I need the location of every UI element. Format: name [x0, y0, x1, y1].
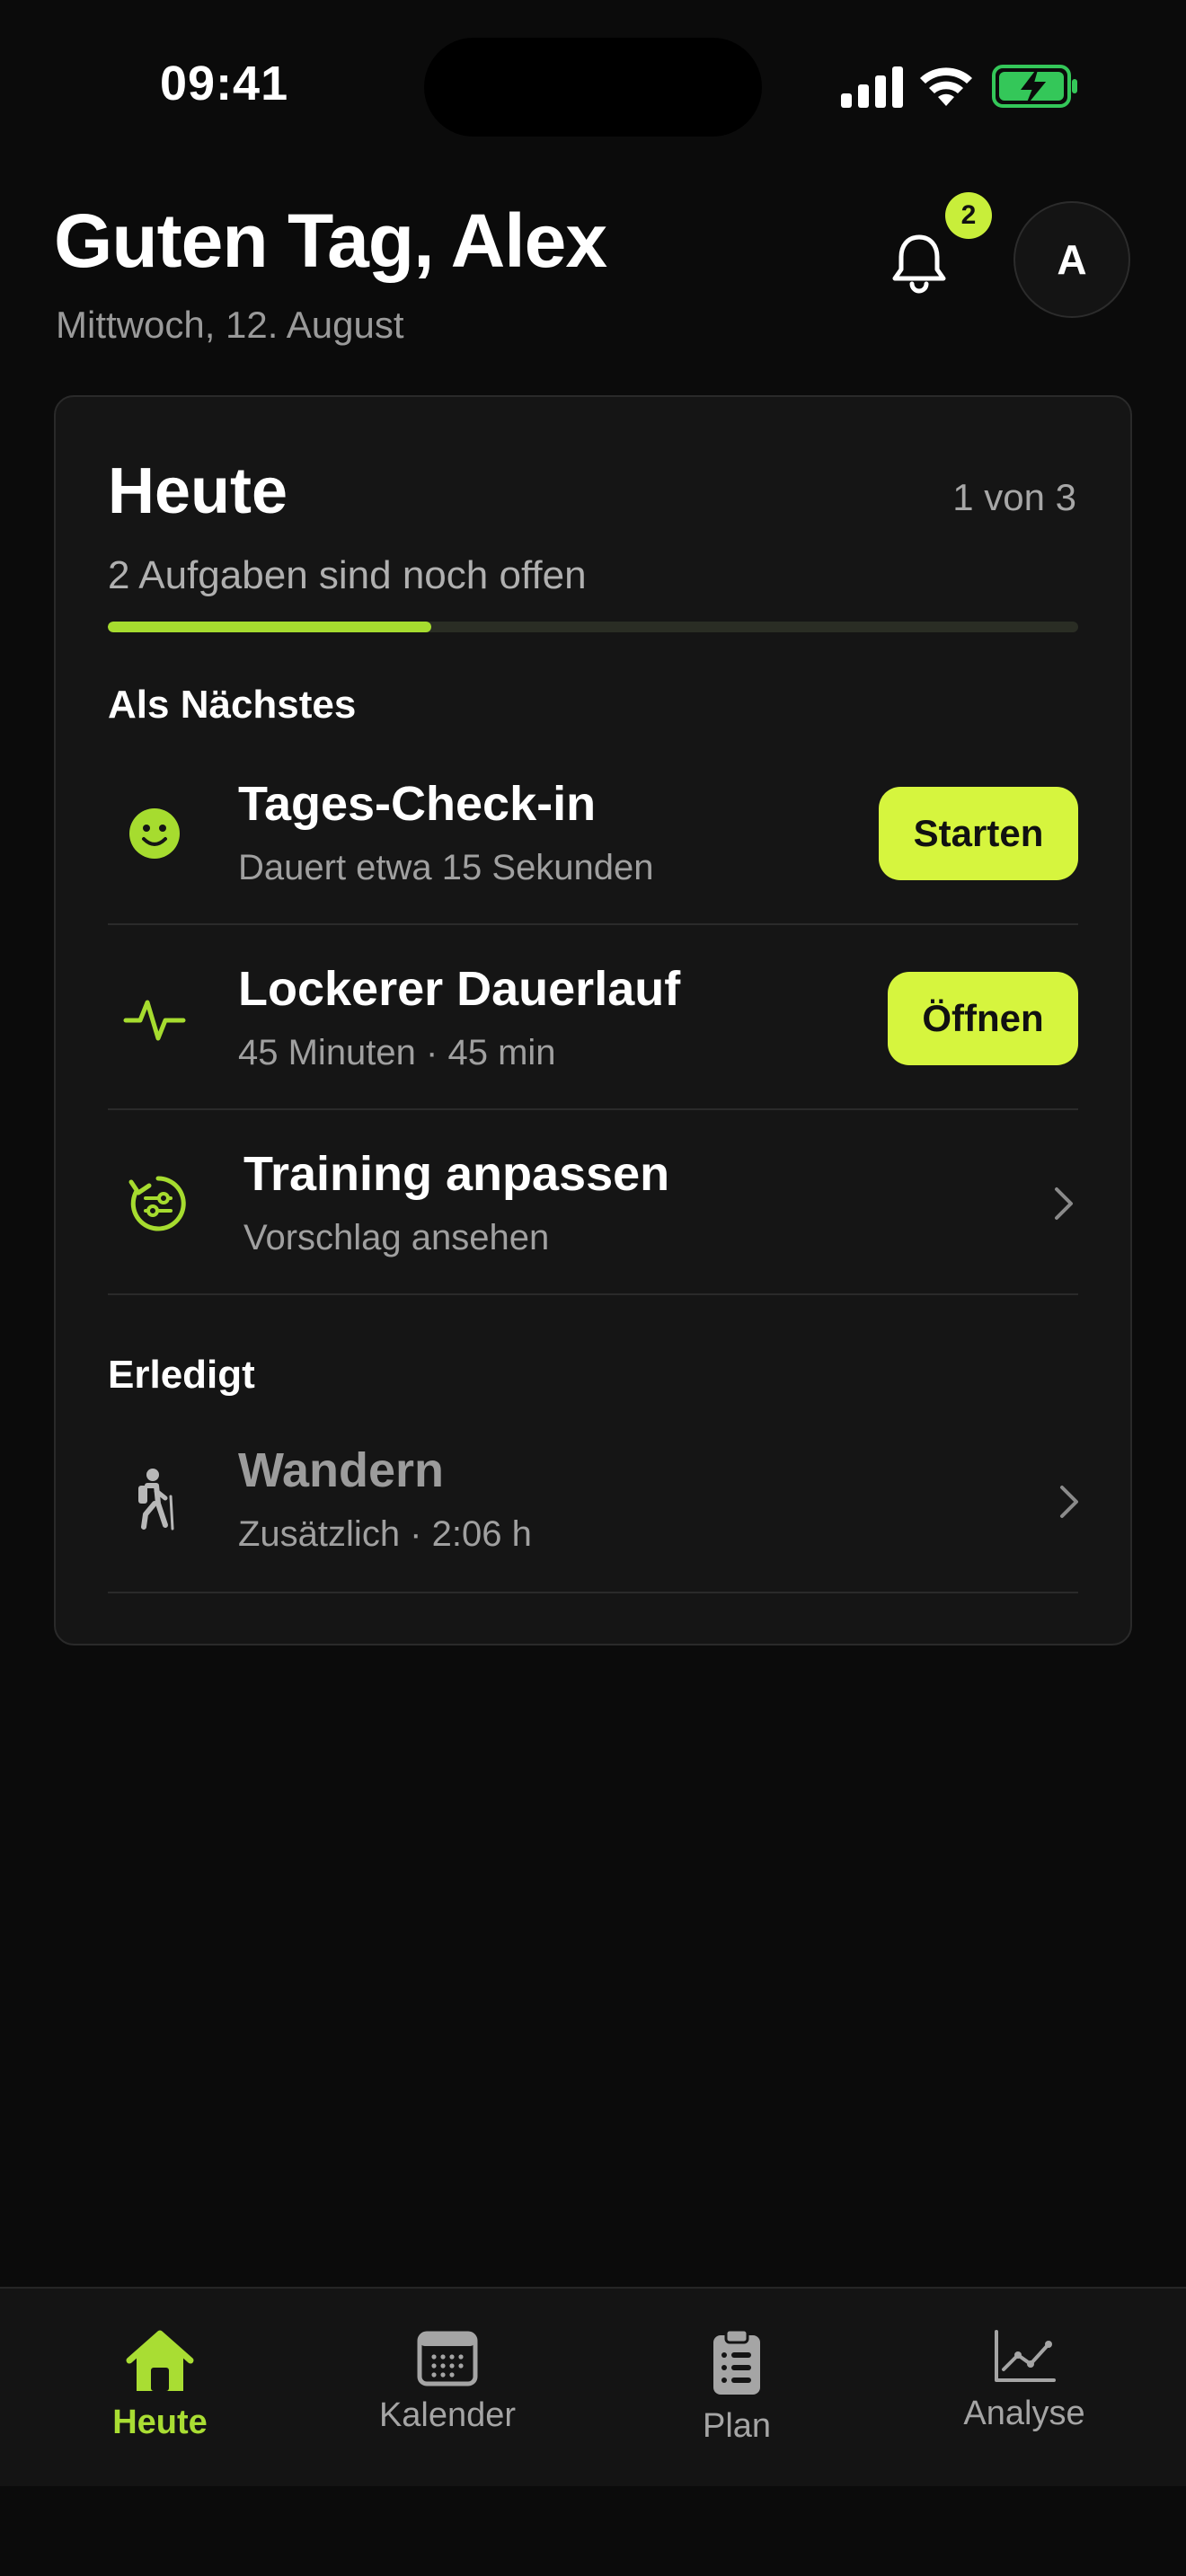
task-counter: 1 von 3	[952, 476, 1076, 518]
chevron-right-icon	[1055, 1187, 1073, 1220]
section-next-heading: Als Nächstes	[108, 683, 357, 727]
task-title: Tages-Check-in	[238, 777, 597, 831]
progress-bar	[108, 622, 1078, 632]
greeting-title: Guten Tag, Alex	[54, 198, 607, 283]
chevron-right-icon	[1060, 1486, 1078, 1518]
clipboard-icon	[713, 2328, 760, 2395]
start-button[interactable]: Starten	[879, 787, 1078, 880]
tab-label: Heute	[112, 2404, 208, 2441]
task-title: Training anpassen	[243, 1147, 670, 1201]
section-done-heading: Erledigt	[108, 1353, 255, 1397]
task-subtitle: Dauert etwa 15 Sekunden	[238, 848, 654, 887]
current-date: Mittwoch, 12. August	[56, 304, 404, 346]
today-subtitle: 2 Aufgaben sind noch offen	[108, 553, 587, 597]
tab-label: Kalender	[378, 2396, 517, 2434]
adjust-cycle-icon	[128, 1176, 186, 1231]
tab-label: Plan	[702, 2407, 772, 2445]
status-time: 09:41	[160, 57, 289, 110]
row-divider	[108, 1592, 1078, 1593]
row-divider	[108, 1293, 1078, 1295]
done-row-hike[interactable]	[108, 1414, 1078, 1592]
notification-bell-icon[interactable]	[886, 230, 952, 296]
task-title: Lockerer Dauerlauf	[238, 962, 681, 1016]
task-subtitle: Vorschlag ansehen	[243, 1218, 550, 1257]
battery-charging-icon	[992, 65, 1077, 108]
tab-heute[interactable]: Heute	[43, 2328, 277, 2442]
tab-bar: Heute Kalender Plan Analyse	[0, 2287, 1186, 2486]
tab-label: Analyse	[963, 2395, 1085, 2432]
tab-plan[interactable]: Plan	[620, 2326, 854, 2446]
smiley-icon	[129, 808, 180, 859]
tab-kalender[interactable]: Kalender	[331, 2328, 564, 2435]
done-subtitle: Zusätzlich · 2:06 h	[238, 1514, 532, 1554]
home-icon	[126, 2330, 194, 2391]
notification-badge: 2	[945, 192, 992, 239]
done-title: Wandern	[238, 1443, 444, 1497]
avatar[interactable]: A	[1013, 201, 1130, 318]
progress-fill	[108, 622, 431, 632]
task-subtitle: 45 Minuten · 45 min	[238, 1033, 556, 1072]
pulse-icon	[123, 1000, 186, 1041]
calendar-icon	[417, 2331, 478, 2386]
tab-analyse[interactable]: Analyse	[907, 2328, 1141, 2433]
cellular-signal-icon	[841, 66, 903, 108]
chart-icon	[995, 2330, 1056, 2382]
open-button[interactable]: Öffnen	[888, 972, 1078, 1065]
today-title: Heute	[108, 455, 288, 527]
task-row-adjust[interactable]	[108, 1110, 1078, 1293]
dynamic-island	[424, 38, 762, 137]
hiker-icon	[138, 1469, 174, 1531]
wifi-icon	[920, 67, 972, 106]
